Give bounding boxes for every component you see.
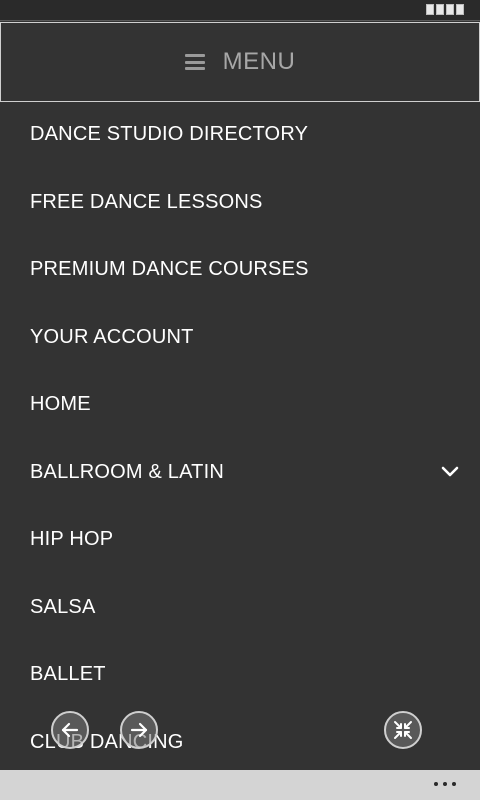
menu-item-premium-dance-courses[interactable]: PREMIUM DANCE COURSES: [0, 236, 480, 304]
menu-item-free-dance-lessons[interactable]: FREE DANCE LESSONS: [0, 169, 480, 237]
menu-item-label: DANCE STUDIO DIRECTORY: [30, 123, 309, 145]
chevron-down-icon[interactable]: [440, 462, 460, 482]
battery-icon: [426, 4, 464, 15]
app-bar: [0, 770, 480, 800]
menu-item-label: BALLET: [30, 663, 106, 685]
menu-item-salsa[interactable]: SALSA: [0, 574, 480, 642]
menu-header[interactable]: MENU: [0, 22, 480, 102]
menu-list: DANCE STUDIO DIRECTORY FREE DANCE LESSON…: [0, 101, 480, 770]
menu-item-ballet[interactable]: BALLET: [0, 641, 480, 709]
back-button[interactable]: [51, 711, 89, 749]
menu-item-ballroom-latin[interactable]: BALLROOM & LATIN: [0, 439, 480, 507]
collapse-button[interactable]: [384, 711, 422, 749]
menu-title: MENU: [222, 48, 296, 75]
menu-item-label: BALLROOM & LATIN: [30, 460, 224, 483]
arrow-left-icon: [61, 722, 79, 738]
menu-item-home[interactable]: HOME: [0, 371, 480, 439]
menu-item-hip-hop[interactable]: HIP HOP: [0, 506, 480, 574]
forward-button[interactable]: [120, 711, 158, 749]
hamburger-icon: [184, 54, 205, 70]
menu-item-label: SALSA: [30, 595, 96, 618]
menu-item-label: FREE DANCE LESSONS: [30, 190, 263, 213]
menu-item-label: YOUR ACCOUNT: [30, 325, 194, 348]
arrow-right-icon: [130, 722, 148, 738]
menu-item-label: PREMIUM DANCE COURSES: [30, 258, 309, 280]
collapse-icon: [394, 721, 412, 739]
menu-item-your-account[interactable]: YOUR ACCOUNT: [0, 304, 480, 372]
menu-item-label: HOME: [30, 393, 91, 415]
menu-item-label: HIP HOP: [30, 528, 114, 550]
more-icon[interactable]: [434, 782, 456, 786]
status-bar: [0, 0, 480, 21]
menu-item-dance-studio-directory[interactable]: DANCE STUDIO DIRECTORY: [0, 101, 480, 169]
